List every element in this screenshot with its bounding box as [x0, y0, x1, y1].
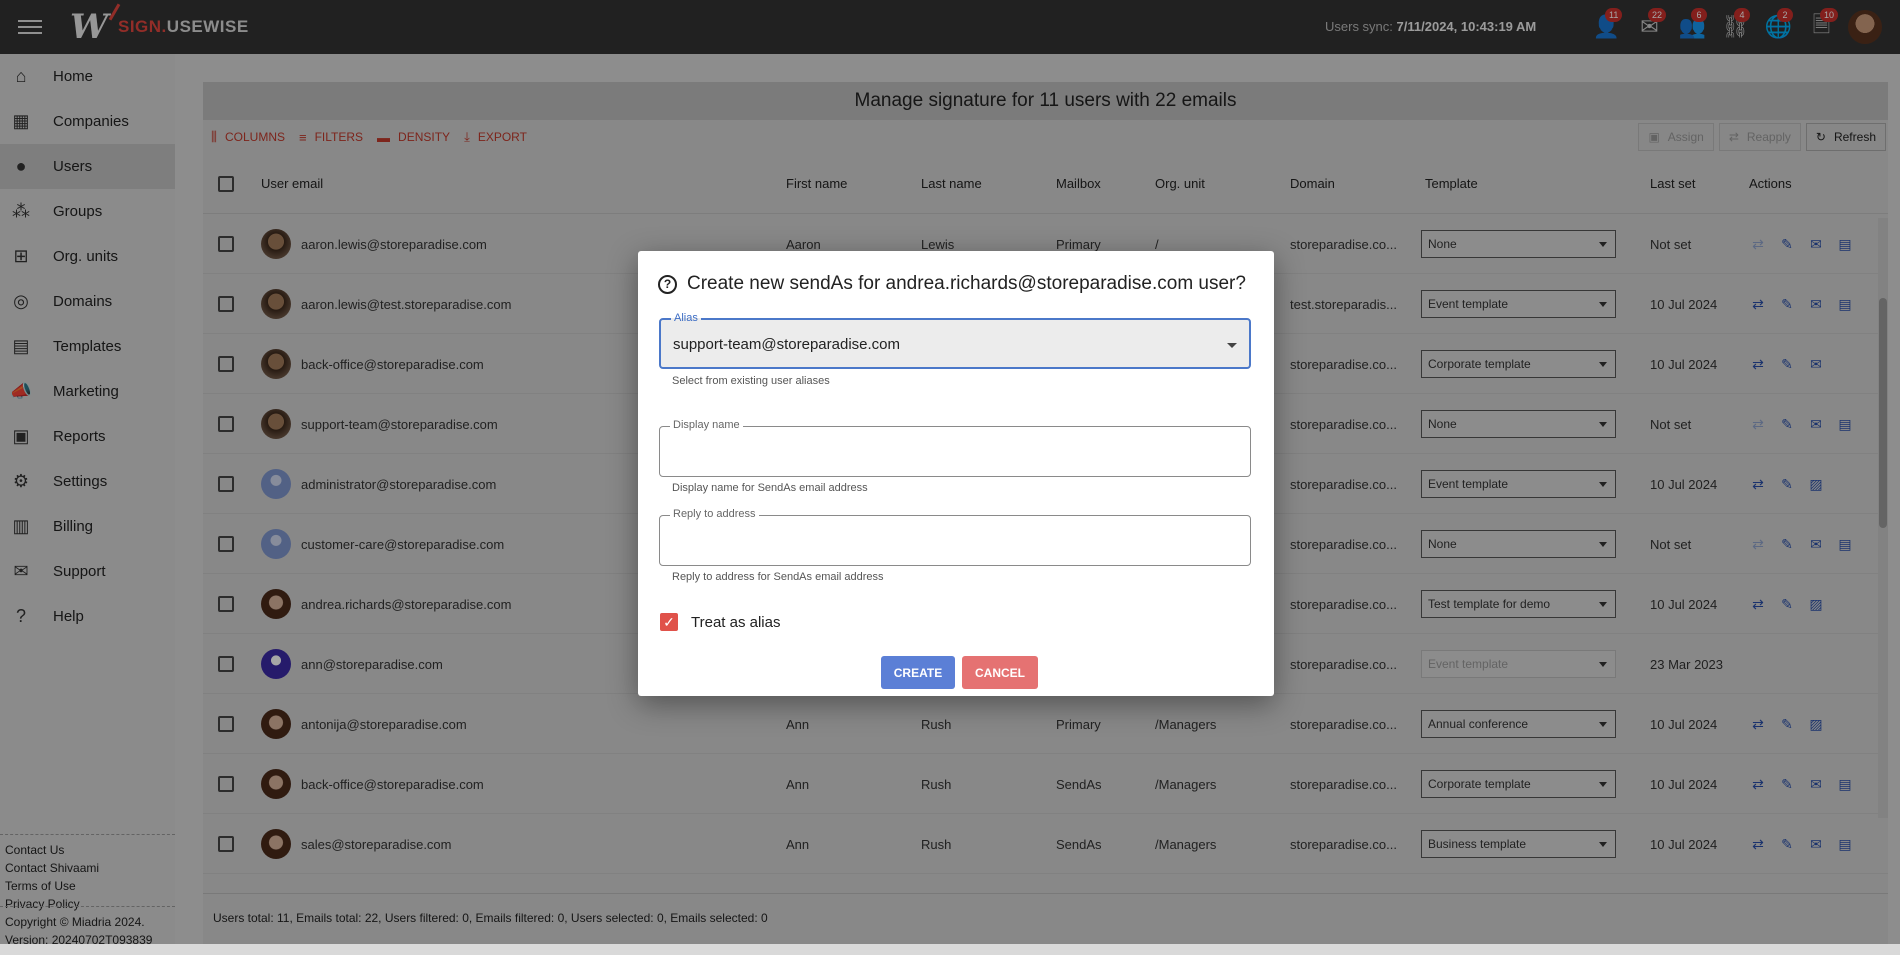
question-icon: ? — [658, 274, 677, 294]
reply-to-field[interactable]: Reply to address — [659, 508, 1251, 566]
display-name-helper-text: Display name for SendAs email address — [672, 482, 868, 494]
alias-value: support-team@storeparadise.com — [673, 336, 900, 353]
reply-to-helper-text: Reply to address for SendAs email addres… — [672, 571, 884, 583]
create-sendas-dialog: ? Create new sendAs for andrea.richards@… — [638, 251, 1274, 696]
treat-as-alias-label[interactable]: Treat as alias — [691, 614, 780, 631]
display-name-field[interactable]: Display name — [659, 419, 1251, 477]
display-name-label: Display name — [670, 419, 743, 431]
alias-select[interactable]: Alias support-team@storeparadise.com — [659, 312, 1251, 369]
dropdown-arrow-icon[interactable] — [1227, 343, 1237, 348]
treat-as-alias-checkbox[interactable]: ✓ — [660, 613, 678, 631]
treat-as-alias-row: ✓ Treat as alias — [660, 613, 780, 631]
reply-to-label: Reply to address — [670, 508, 759, 520]
cancel-button[interactable]: CANCEL — [962, 656, 1038, 689]
alias-helper-text: Select from existing user aliases — [672, 375, 830, 387]
dialog-title-text: Create new sendAs for andrea.richards@st… — [687, 273, 1246, 294]
dialog-title: ? Create new sendAs for andrea.richards@… — [658, 273, 1246, 295]
create-button[interactable]: CREATE — [881, 656, 955, 689]
alias-label: Alias — [671, 312, 701, 324]
